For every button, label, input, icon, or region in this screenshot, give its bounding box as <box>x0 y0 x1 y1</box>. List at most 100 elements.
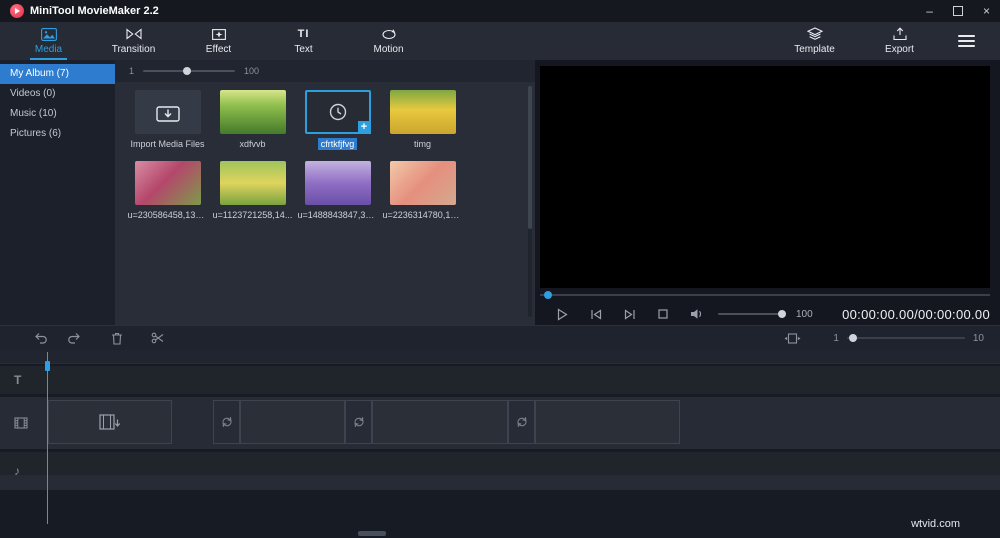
playhead[interactable] <box>45 352 50 524</box>
export-label: Export <box>885 44 914 55</box>
video-clip-placeholder[interactable] <box>48 400 172 444</box>
timeline-horizontal-scrollbar[interactable] <box>358 531 386 536</box>
tab-transition-label: Transition <box>111 44 156 55</box>
media-item-label: u=1488843847,36... <box>297 210 378 220</box>
library-scrollbar-thumb[interactable] <box>528 86 532 230</box>
timeline-zoom-max: 10 <box>972 332 984 344</box>
next-frame-button[interactable] <box>624 308 636 320</box>
thumbnail-size-slider[interactable] <box>143 67 236 75</box>
library-sidebar: My Album (7) Videos (0) Music (10) Pictu… <box>0 60 115 325</box>
undo-button[interactable] <box>34 332 48 344</box>
music-track-lane <box>0 475 1000 490</box>
volume-slider[interactable] <box>718 310 786 318</box>
transition-slot[interactable] <box>213 400 240 444</box>
tab-media[interactable]: Media <box>6 22 91 60</box>
previous-frame-button[interactable] <box>590 308 602 320</box>
play-button[interactable] <box>556 307 568 321</box>
media-thumbnail[interactable] <box>389 161 456 205</box>
titlebar: MiniTool MovieMaker 2.2 – × <box>0 0 1000 22</box>
music-track[interactable]: ♪ <box>0 452 1000 490</box>
redo-button[interactable] <box>67 332 81 344</box>
media-item[interactable]: timg <box>380 90 465 150</box>
tab-effect-label: Effect <box>205 44 232 55</box>
media-item[interactable]: u=1488843847,36... <box>295 161 380 221</box>
volume-icon[interactable] <box>690 308 704 320</box>
media-item-label: u=230586458,131... <box>127 210 208 220</box>
media-item[interactable]: xdfvvb <box>210 90 295 150</box>
media-item-selected[interactable]: + cfrtkfjfvg <box>295 90 380 150</box>
media-item-label: timg <box>413 139 431 149</box>
media-thumbnail[interactable] <box>219 90 286 134</box>
timeline-zoom-handle[interactable] <box>848 334 857 342</box>
volume-slider-handle[interactable] <box>778 310 786 318</box>
export-icon <box>892 27 908 41</box>
minimize-button[interactable]: – <box>926 5 933 17</box>
tab-motion[interactable]: Motion <box>346 22 431 60</box>
tab-effect[interactable]: Effect <box>176 22 261 60</box>
import-media-button[interactable]: Import Media Files <box>125 90 210 150</box>
preview-progress-handle[interactable] <box>544 291 552 299</box>
media-item-label: u=2236314780,14... <box>382 210 463 220</box>
timeline: T ♪ wtvid.com <box>0 350 1000 538</box>
media-thumbnail[interactable] <box>389 90 456 134</box>
library-scrollbar[interactable] <box>528 86 532 317</box>
stop-button[interactable] <box>658 309 668 319</box>
media-thumbnail[interactable] <box>304 161 371 205</box>
app-logo-icon <box>10 4 24 18</box>
tab-text-label: Text <box>294 44 313 55</box>
fit-timeline-icon[interactable] <box>784 332 801 344</box>
template-icon <box>806 27 823 41</box>
sidebar-item-my-album[interactable]: My Album (7) <box>0 64 115 84</box>
timeline-zoom-slider[interactable] <box>846 334 965 342</box>
import-media-icon <box>134 90 201 134</box>
maximize-button[interactable] <box>952 6 963 16</box>
export-button[interactable]: Export <box>857 22 942 60</box>
preview-progress-bar[interactable] <box>540 291 990 299</box>
media-thumbnail[interactable] <box>134 161 201 205</box>
video-clip-placeholder[interactable] <box>372 400 508 444</box>
tab-transition[interactable]: Transition <box>91 22 176 60</box>
transition-slot-icon <box>516 417 527 427</box>
zoom-max-label: 100 <box>244 66 260 76</box>
video-clip-placeholder[interactable] <box>535 400 680 444</box>
sidebar-item-pictures[interactable]: Pictures (6) <box>0 124 115 144</box>
app-window: MiniTool MovieMaker 2.2 – × Media Transi… <box>0 0 1000 538</box>
delete-button[interactable] <box>111 332 123 345</box>
template-button[interactable]: Template <box>772 22 857 60</box>
app-title: MiniTool MovieMaker 2.2 <box>30 5 159 17</box>
media-item[interactable]: u=2236314780,14... <box>380 161 465 221</box>
media-library-panel: 1 100 Import Media Files xdfvvb + cfrtkf… <box>115 60 535 325</box>
sidebar-item-videos[interactable]: Videos (0) <box>0 84 115 104</box>
preview-screen <box>540 66 990 288</box>
media-thumbnail[interactable] <box>219 161 286 205</box>
video-clip-placeholder[interactable] <box>240 400 345 444</box>
edit-toolbar: 1 10 <box>0 325 1000 350</box>
thumbnail-size-slider-handle[interactable] <box>183 67 192 75</box>
tab-motion-label: Motion <box>373 44 404 55</box>
window-controls: – × <box>926 5 990 17</box>
menu-button[interactable] <box>942 22 990 60</box>
tab-media-label: Media <box>34 44 63 55</box>
close-button[interactable]: × <box>983 5 990 17</box>
transition-slot[interactable] <box>508 400 535 444</box>
timeline-zoom-controls: 1 10 <box>784 333 984 344</box>
media-grid: Import Media Files xdfvvb + cfrtkfjfvg t… <box>115 82 535 221</box>
transition-slot-icon <box>221 417 232 427</box>
media-item[interactable]: u=230586458,131... <box>125 161 210 221</box>
split-button[interactable] <box>151 332 164 344</box>
toolbar-right: Template Export <box>772 22 1000 60</box>
transition-slot[interactable] <box>345 400 372 444</box>
add-to-timeline-button[interactable]: + <box>357 121 371 134</box>
text-track[interactable]: T <box>0 366 1000 394</box>
media-item[interactable]: u=1123721258,14... <box>210 161 295 221</box>
media-thumbnail[interactable]: + <box>304 90 371 134</box>
main-toolbar: Media Transition Effect TI Text Motion T… <box>0 22 1000 60</box>
transition-slot-icon <box>353 417 364 427</box>
sidebar-item-music[interactable]: Music (10) <box>0 104 115 124</box>
timecode-display: 00:00:00.00/00:00:00.00 <box>842 306 990 322</box>
timeline-ruler[interactable] <box>0 350 1000 364</box>
tab-text[interactable]: TI Text <box>261 22 346 60</box>
playback-controls: 100 00:00:00.00/00:00:00.00 <box>540 302 990 326</box>
video-track[interactable] <box>0 397 1000 449</box>
volume-value: 100 <box>796 308 813 320</box>
